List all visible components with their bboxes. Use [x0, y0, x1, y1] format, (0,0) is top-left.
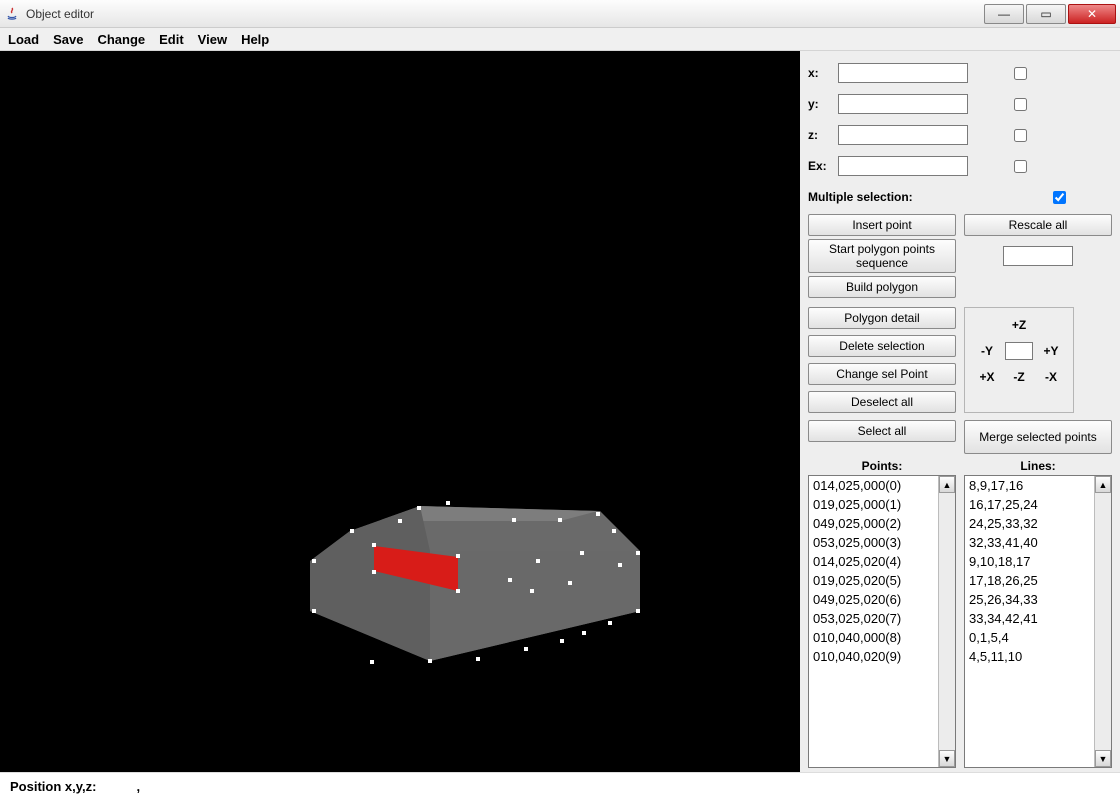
menu-save[interactable]: Save [53, 32, 83, 47]
points-list-header: Points: [808, 457, 956, 475]
list-item[interactable]: 24,25,33,32 [965, 514, 1093, 533]
deselect-all-button[interactable]: Deselect all [808, 391, 956, 413]
list-item[interactable]: 16,17,25,24 [965, 495, 1093, 514]
list-item[interactable]: 9,10,18,17 [965, 552, 1093, 571]
z-input[interactable] [838, 125, 968, 145]
list-item[interactable]: 053,025,020(7) [809, 609, 937, 628]
delete-selection-button[interactable]: Delete selection [808, 335, 956, 357]
menu-edit[interactable]: Edit [159, 32, 184, 47]
lines-list-header: Lines: [964, 457, 1112, 475]
polygon-detail-button[interactable]: Polygon detail [808, 307, 956, 329]
scroll-down-icon[interactable]: ▼ [1095, 750, 1111, 767]
ex-input[interactable] [838, 156, 968, 176]
list-item[interactable]: 014,025,000(0) [809, 476, 937, 495]
minimize-button[interactable]: — [984, 4, 1024, 24]
nav-plus-y[interactable]: +Y [1043, 344, 1058, 358]
status-value: , [136, 779, 140, 794]
nav-group: +Z -Y +Y +X -Z -X [964, 307, 1074, 413]
list-item[interactable]: 0,1,5,4 [965, 628, 1093, 647]
x-label: x: [808, 66, 832, 80]
nav-minus-y[interactable]: -Y [981, 344, 993, 358]
maximize-button[interactable]: ▭ [1026, 4, 1066, 24]
merge-points-button[interactable]: Merge selected points [964, 420, 1112, 454]
change-sel-point-button[interactable]: Change sel Point [808, 363, 956, 385]
list-item[interactable]: 4,5,11,10 [965, 647, 1093, 666]
ex-label: Ex: [808, 159, 832, 173]
points-scrollbar[interactable]: ▲ ▼ [938, 476, 955, 767]
points-list[interactable]: 014,025,000(0)019,025,000(1)049,025,000(… [808, 475, 956, 768]
list-item[interactable]: 32,33,41,40 [965, 533, 1093, 552]
ex-checkbox[interactable] [1014, 160, 1027, 173]
y-checkbox[interactable] [1014, 98, 1027, 111]
rescale-all-button[interactable]: Rescale all [964, 214, 1112, 236]
nav-minus-x[interactable]: -X [1045, 370, 1057, 384]
close-button[interactable]: ✕ [1068, 4, 1116, 24]
status-bar: Position x,y,z: , [0, 772, 1120, 800]
x-checkbox[interactable] [1014, 67, 1027, 80]
menu-view[interactable]: View [198, 32, 227, 47]
lines-list[interactable]: 8,9,17,1616,17,25,2424,25,33,3232,33,41,… [964, 475, 1112, 768]
lines-scrollbar[interactable]: ▲ ▼ [1094, 476, 1111, 767]
side-panel: x: y: z: Ex: Multiple selection: [800, 51, 1120, 772]
multiple-selection-checkbox[interactable] [1053, 191, 1066, 204]
menu-help[interactable]: Help [241, 32, 269, 47]
list-item[interactable]: 019,025,020(5) [809, 571, 937, 590]
list-item[interactable]: 25,26,34,33 [965, 590, 1093, 609]
viewport-3d[interactable] [0, 51, 800, 772]
menu-load[interactable]: Load [8, 32, 39, 47]
scroll-up-icon[interactable]: ▲ [1095, 476, 1111, 493]
list-item[interactable]: 049,025,020(6) [809, 590, 937, 609]
nav-plus-z[interactable]: +Z [1012, 318, 1026, 332]
list-item[interactable]: 010,040,020(9) [809, 647, 937, 666]
multiple-selection-label: Multiple selection: [808, 190, 913, 204]
nav-value-input[interactable] [1005, 342, 1033, 360]
list-item[interactable]: 8,9,17,16 [965, 476, 1093, 495]
select-all-button[interactable]: Select all [808, 420, 956, 442]
menu-change[interactable]: Change [97, 32, 145, 47]
rescale-input[interactable] [1003, 246, 1073, 266]
start-polygon-button[interactable]: Start polygon points sequence [808, 239, 956, 273]
list-item[interactable]: 014,025,020(4) [809, 552, 937, 571]
insert-point-button[interactable]: Insert point [808, 214, 956, 236]
window-titlebar: Object editor — ▭ ✕ [0, 0, 1120, 28]
list-item[interactable]: 010,040,000(8) [809, 628, 937, 647]
status-label: Position x,y,z: [10, 779, 96, 794]
scroll-down-icon[interactable]: ▼ [939, 750, 955, 767]
nav-minus-z[interactable]: -Z [1013, 370, 1024, 384]
list-item[interactable]: 019,025,000(1) [809, 495, 937, 514]
menu-bar: Load Save Change Edit View Help [0, 28, 1120, 51]
nav-plus-x[interactable]: +X [979, 370, 994, 384]
build-polygon-button[interactable]: Build polygon [808, 276, 956, 298]
list-item[interactable]: 049,025,000(2) [809, 514, 937, 533]
z-label: z: [808, 128, 832, 142]
list-item[interactable]: 33,34,42,41 [965, 609, 1093, 628]
z-checkbox[interactable] [1014, 129, 1027, 142]
y-label: y: [808, 97, 832, 111]
x-input[interactable] [838, 63, 968, 83]
java-icon [4, 6, 20, 22]
y-input[interactable] [838, 94, 968, 114]
scroll-up-icon[interactable]: ▲ [939, 476, 955, 493]
list-item[interactable]: 17,18,26,25 [965, 571, 1093, 590]
list-item[interactable]: 053,025,000(3) [809, 533, 937, 552]
window-title: Object editor [26, 7, 94, 21]
